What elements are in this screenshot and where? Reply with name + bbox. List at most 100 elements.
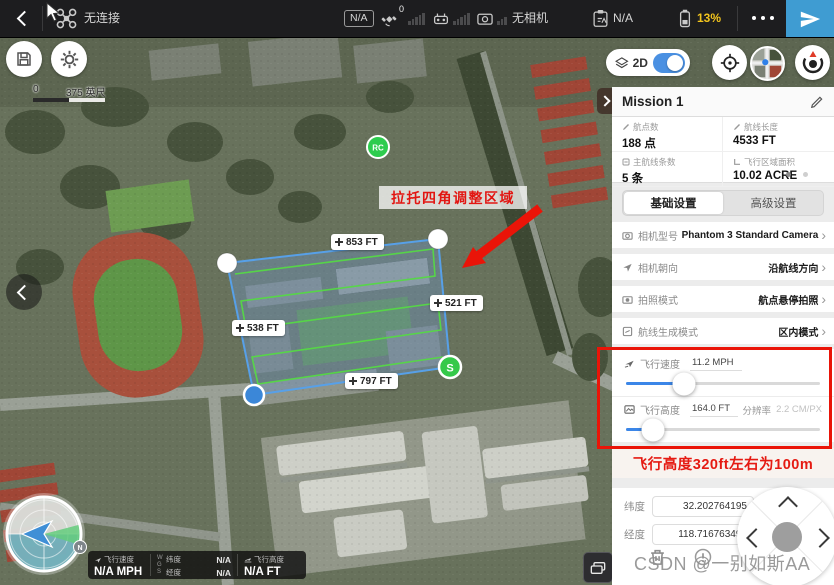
2d-toggle-switch[interactable] xyxy=(653,53,685,73)
corner-handle-topleft[interactable] xyxy=(217,253,237,273)
camera-icon xyxy=(622,230,633,241)
save-button[interactable] xyxy=(6,41,42,77)
mission-title: Mission 1 xyxy=(622,94,810,109)
telemetry-speed: 飞行速度 N/A MPH xyxy=(88,551,150,579)
altitude-slider-thumb[interactable] xyxy=(642,418,665,441)
back-button[interactable] xyxy=(8,0,40,37)
svg-text:RC: RC xyxy=(372,144,384,153)
more-button[interactable] xyxy=(746,16,780,20)
stat-area: 飞行区域面积 10.02 ACRE xyxy=(723,152,834,187)
waypoint-icon xyxy=(622,123,630,131)
flight-sliders: 飞行速度 11.2 MPH 飞行高度 164.0 FT 分辨率 2.2 CM/P… xyxy=(612,349,834,442)
save-icon xyxy=(15,50,33,68)
compass-icon xyxy=(800,50,826,76)
north-marker: N xyxy=(74,541,87,554)
stats-page-dots[interactable] xyxy=(786,172,808,177)
setting-route-mode[interactable]: 航线生成模式 区内模式 › xyxy=(612,318,834,344)
move-icon xyxy=(236,324,244,332)
nudge-left-button[interactable] xyxy=(746,528,766,548)
battery-icon xyxy=(677,9,693,28)
telemetry-altitude: 飞行高度 N/A FT xyxy=(238,551,302,579)
speed-slider-thumb[interactable] xyxy=(673,372,696,395)
layers-icon xyxy=(615,56,629,70)
mission-panel: Mission 1 航点数 188 点 航线长度 4533 FT 主航线条数 5… xyxy=(612,87,834,585)
scale-label: 375 英尺 xyxy=(66,84,105,99)
rc-location-marker[interactable]: RC xyxy=(367,136,389,158)
corner-handle-topright[interactable] xyxy=(428,229,448,249)
altitude-slider[interactable] xyxy=(626,428,820,431)
chevron-right-icon: › xyxy=(821,228,826,242)
setting-camera-model[interactable]: 相机型号 Phantom 3 Standard Camera › xyxy=(612,222,834,248)
mission-stats: 航点数 188 点 航线长度 4533 FT 主航线条数 5 条 飞行区域面积 … xyxy=(612,117,834,183)
scale-zero: 0 xyxy=(33,84,39,95)
altitude-note: 飞行高度320ft左右为100m xyxy=(612,448,834,478)
route-length-icon xyxy=(733,123,741,131)
satellite-icon xyxy=(381,11,397,27)
checklist-status: N/A xyxy=(613,0,633,37)
tab-advanced-settings[interactable]: 高级设置 xyxy=(724,191,823,215)
settings-button[interactable] xyxy=(51,41,87,77)
speed-icon xyxy=(624,358,635,369)
move-icon xyxy=(349,377,357,385)
top-status-bar: 无连接 N/A 0 无相机 xyxy=(0,0,834,38)
speed-icon xyxy=(94,556,102,564)
nudge-up-button[interactable] xyxy=(778,496,798,516)
route-mode-icon xyxy=(622,326,633,337)
svg-text:S: S xyxy=(446,363,453,375)
annotation-arrow xyxy=(462,208,540,268)
dpad-center[interactable] xyxy=(772,522,802,552)
edit-icon[interactable] xyxy=(810,95,824,109)
scale-bar-dark xyxy=(33,98,69,102)
stat-main-lines: 主航线条数 5 条 xyxy=(612,152,723,187)
chevron-left-icon xyxy=(16,284,32,300)
altitude-value[interactable]: 164.0 FT xyxy=(690,403,738,417)
latitude-label: 纬度 xyxy=(624,499,652,514)
2d-label: 2D xyxy=(633,56,648,70)
setting-photo-mode[interactable]: 拍照模式 航点悬停拍照 › xyxy=(612,286,834,312)
minimap-button[interactable] xyxy=(750,46,785,81)
main-lines-icon xyxy=(622,158,630,166)
telemetry-position: WGS 纬度 N/A 经度 N/A xyxy=(151,551,237,579)
start-point-marker[interactable]: S xyxy=(439,356,461,378)
watermark: CSDN @一别如斯AA xyxy=(634,550,810,576)
scale-bar-light xyxy=(69,98,105,102)
collapse-left-panel-button[interactable] xyxy=(6,274,42,310)
map-snapshot-button[interactable] xyxy=(583,552,613,583)
stat-route-length: 航线长度 4533 FT xyxy=(723,117,834,152)
minimap-thumbnail xyxy=(752,46,783,81)
mission-header: Mission 1 xyxy=(612,87,834,117)
move-icon xyxy=(335,238,343,246)
map-mode-toggle[interactable]: 2D xyxy=(606,49,690,76)
svg-text:N: N xyxy=(77,545,82,552)
toggle-knob xyxy=(667,55,683,71)
annotation-label: 拉托四角调整区域 xyxy=(379,186,527,209)
heading-icon xyxy=(622,262,633,273)
checklist-icon xyxy=(592,9,609,28)
rc-signal-bars xyxy=(453,13,470,25)
camera-signal-bars xyxy=(497,13,507,25)
edge-length-left[interactable]: 538 FT xyxy=(232,320,285,336)
setting-camera-heading[interactable]: 相机朝向 沿航线方向 › xyxy=(612,254,834,280)
app-screen: S RC 853 FT 521 FT 538 FT 797 FT 拉托四角调整区… xyxy=(0,0,834,585)
locate-button[interactable] xyxy=(712,45,747,80)
edge-length-bottom[interactable]: 797 FT xyxy=(345,373,398,389)
tab-basic-settings[interactable]: 基础设置 xyxy=(624,192,723,214)
edge-length-right[interactable]: 521 FT xyxy=(430,295,483,311)
chevron-left-icon xyxy=(16,11,32,27)
crosshair-icon xyxy=(720,53,740,73)
latitude-input[interactable] xyxy=(652,496,754,517)
corner-handle-bottomleft[interactable] xyxy=(244,385,264,405)
speed-slider[interactable] xyxy=(626,382,820,385)
mouse-cursor xyxy=(46,2,60,22)
gps-count: 0 xyxy=(399,0,404,28)
altitude-icon xyxy=(624,404,635,415)
gear-icon xyxy=(60,50,79,69)
collapse-mission-panel-button[interactable] xyxy=(597,88,612,114)
compass-button[interactable] xyxy=(795,45,830,80)
takeoff-button[interactable] xyxy=(786,0,834,37)
layers-photo-icon xyxy=(590,561,606,575)
edge-length-top[interactable]: 853 FT xyxy=(331,234,384,250)
speed-label: 飞行速度 xyxy=(640,356,680,371)
speed-value[interactable]: 11.2 MPH xyxy=(690,357,742,371)
nudge-right-button[interactable] xyxy=(810,528,830,548)
